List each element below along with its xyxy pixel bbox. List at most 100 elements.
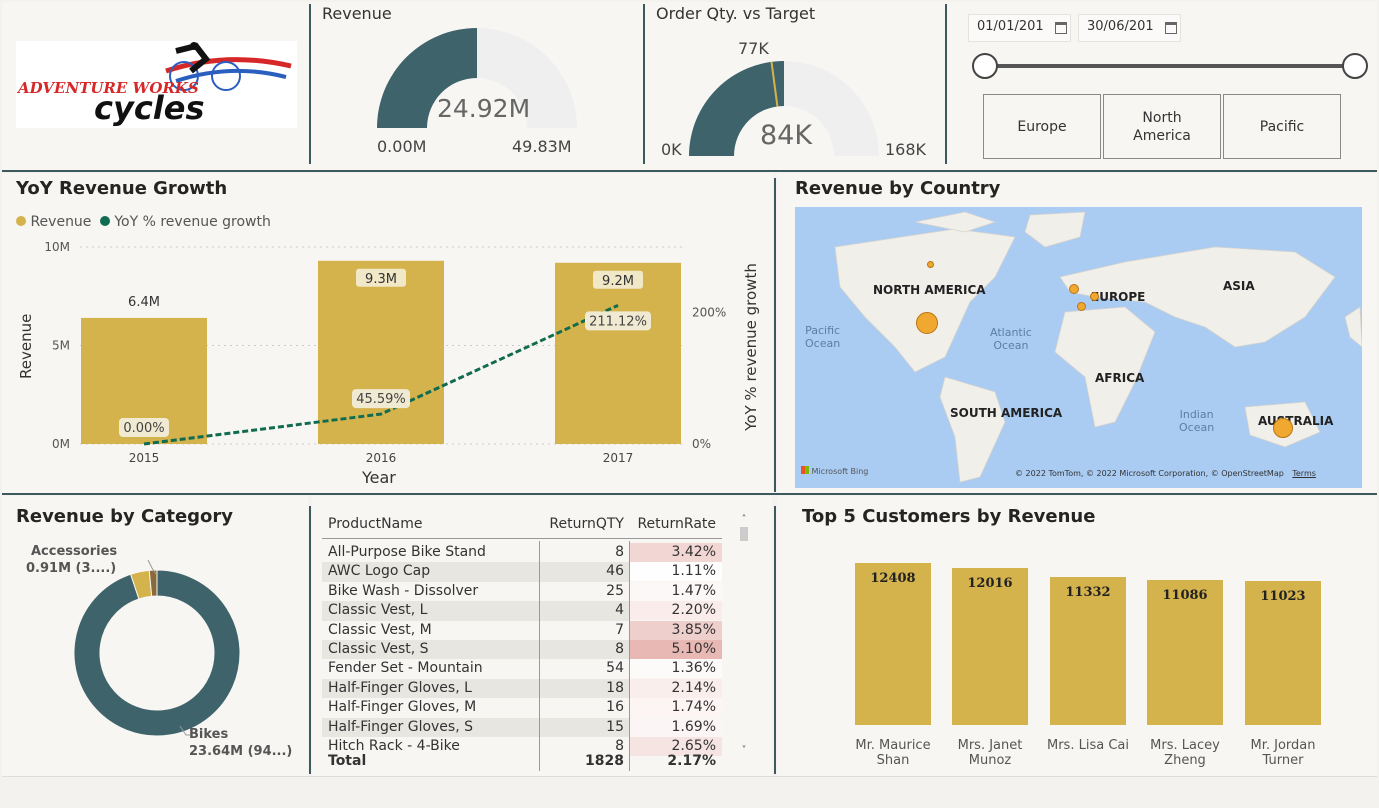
region-button-pacific[interactable]: Pacific xyxy=(1223,94,1341,159)
cell-return-rate: 5.10% xyxy=(630,640,722,659)
divider xyxy=(643,4,645,164)
customer-value-label: 11023 xyxy=(1260,589,1306,605)
table-row[interactable]: All-Purpose Bike Stand 8 3.42% xyxy=(322,543,722,562)
calendar-icon[interactable] xyxy=(1165,22,1177,34)
yoy-xlabel: Year xyxy=(362,468,396,487)
x-tick-label: 2016 xyxy=(366,451,397,465)
map-bubble-australia[interactable] xyxy=(1273,418,1293,438)
divider xyxy=(945,4,947,164)
map-label-south-america: SOUTH AMERICA xyxy=(950,406,1063,420)
table-row[interactable]: Half-Finger Gloves, M 16 1.74% xyxy=(322,698,722,718)
table-scrollbar[interactable]: ˄ ˅ xyxy=(738,514,750,756)
table-column-divider xyxy=(539,541,540,771)
cell-return-rate: 2.14% xyxy=(630,678,722,698)
table-row[interactable]: Classic Vest, M 7 3.85% xyxy=(322,620,722,640)
cell-return-rate: 1.11% xyxy=(630,562,722,582)
map-bubble-uk[interactable] xyxy=(1069,284,1079,294)
total-qty: 1828 xyxy=(585,753,624,769)
header-product-name[interactable]: ProductName xyxy=(328,513,422,535)
date-slider-end-handle[interactable] xyxy=(1342,53,1368,79)
cell-return-rate: 1.36% xyxy=(630,659,722,679)
map-label-north-america: NORTH AMERICA xyxy=(873,283,986,297)
table-row[interactable]: Half-Finger Gloves, S 15 1.69% xyxy=(322,717,722,737)
customers-title: Top 5 Customers by Revenue xyxy=(802,506,1096,527)
map-bubble-canada[interactable] xyxy=(927,261,934,268)
map-title: Revenue by Country xyxy=(795,178,1001,199)
revenue-bar[interactable] xyxy=(318,260,444,444)
revenue-gauge-value: 24.92M xyxy=(437,94,531,123)
legend-growth-dot xyxy=(99,216,110,226)
divider xyxy=(774,506,776,774)
cell-product-name: AWC Logo Cap xyxy=(328,563,431,580)
customer-name-label: Mrs. Lisa Cai xyxy=(1047,738,1129,753)
scroll-up-icon[interactable]: ˄ xyxy=(738,514,750,525)
table-row[interactable]: Classic Vest, L 4 2.20% xyxy=(322,601,722,621)
calendar-icon[interactable] xyxy=(1055,22,1067,34)
map-label-africa: AFRICA xyxy=(1095,371,1145,385)
revenue-bar[interactable] xyxy=(555,262,681,444)
header-return-qty[interactable]: ReturnQTY xyxy=(549,513,624,535)
cell-product-name: Half-Finger Gloves, L xyxy=(328,679,472,696)
cell-return-qty: 4 xyxy=(615,602,624,619)
header-return-rate[interactable]: ReturnRate xyxy=(637,513,716,535)
divider xyxy=(2,493,1377,495)
map-label-asia: ASIA xyxy=(1223,279,1255,293)
scroll-down-icon[interactable]: ˅ xyxy=(738,745,750,756)
region-button-north-america[interactable]: North America xyxy=(1103,94,1221,159)
bikes-value: 23.64M (94...) xyxy=(189,744,293,759)
revenue-gauge-min: 0.00M xyxy=(377,137,427,156)
map-label-atlantic-ocean: Atlantic Ocean xyxy=(990,326,1032,352)
bing-logo: Microsoft Bing xyxy=(801,466,868,476)
y-tick-label: 0M xyxy=(52,437,70,451)
revenue-data-label: 9.3M xyxy=(365,272,397,287)
terms-link[interactable]: Terms xyxy=(1292,469,1316,478)
bing-label: Microsoft Bing xyxy=(811,467,869,476)
total-label: Total xyxy=(328,753,367,769)
region-button-europe[interactable]: Europe xyxy=(983,94,1101,159)
start-date-input[interactable]: 01/01/201 xyxy=(968,14,1071,42)
growth-data-label: 211.12% xyxy=(589,314,647,329)
order-gauge-target: 77K xyxy=(738,39,769,58)
customer-bar[interactable] xyxy=(952,568,1028,725)
map-bubble-germany[interactable] xyxy=(1090,292,1099,301)
yoy-ylabel: Revenue xyxy=(17,313,35,379)
revenue-gauge-title: Revenue xyxy=(322,4,392,23)
customer-value-label: 12016 xyxy=(967,576,1013,592)
total-rate: 2.17% xyxy=(667,753,716,769)
map-bubble-france[interactable] xyxy=(1077,302,1086,311)
end-date-input[interactable]: 30/06/201 xyxy=(1078,14,1181,42)
order-gauge-min: 0K xyxy=(661,140,682,159)
logo-bottom-text: cycles xyxy=(94,89,205,127)
cell-return-rate: 1.47% xyxy=(630,581,722,601)
cell-product-name: Half-Finger Gloves, S xyxy=(328,718,473,735)
bikes-name: Bikes xyxy=(189,727,229,742)
cell-return-qty: 25 xyxy=(606,582,624,599)
table-row[interactable]: Bike Wash - Dissolver 25 1.47% xyxy=(322,581,722,601)
cell-return-qty: 18 xyxy=(606,679,624,696)
customer-bar[interactable] xyxy=(855,563,931,725)
table-row[interactable]: Classic Vest, S 8 5.10% xyxy=(322,640,722,660)
customer-name-label: Mrs. Janet Munoz xyxy=(957,738,1023,768)
table-row[interactable]: Fender Set - Mountain 54 1.36% xyxy=(322,659,722,679)
table-row[interactable]: Half-Finger Gloves, L 18 2.14% xyxy=(322,678,722,699)
cell-return-qty: 8 xyxy=(615,641,624,657)
map-label-australia: AUSTRALIA xyxy=(1258,414,1334,428)
map-label-pacific-ocean: Pacific Ocean xyxy=(805,324,841,350)
legend-growth-label: YoY % revenue growth xyxy=(114,214,271,230)
y-tick-label: 10M xyxy=(44,240,70,254)
table-row[interactable]: AWC Logo Cap 46 1.11% xyxy=(322,562,722,582)
x-tick-label: 2015 xyxy=(129,451,160,465)
map-land xyxy=(834,211,1362,483)
divider xyxy=(309,4,311,164)
attribution-text: © 2022 TomTom, © 2022 Microsoft Corporat… xyxy=(1015,469,1284,478)
revenue-data-label: 6.4M xyxy=(128,295,160,310)
growth-data-label: 0.00% xyxy=(123,421,164,436)
cell-return-qty: 54 xyxy=(606,660,624,677)
map-bubble-usa[interactable] xyxy=(916,312,938,334)
cell-product-name: Bike Wash - Dissolver xyxy=(328,582,479,599)
cell-product-name: Fender Set - Mountain xyxy=(328,660,483,677)
table-header-underline xyxy=(322,538,722,539)
world-map[interactable]: NORTH AMERICA EUROPE ASIA AFRICA SOUTH A… xyxy=(795,207,1362,488)
date-slider-start-handle[interactable] xyxy=(972,53,998,79)
scroll-thumb[interactable] xyxy=(740,527,748,541)
